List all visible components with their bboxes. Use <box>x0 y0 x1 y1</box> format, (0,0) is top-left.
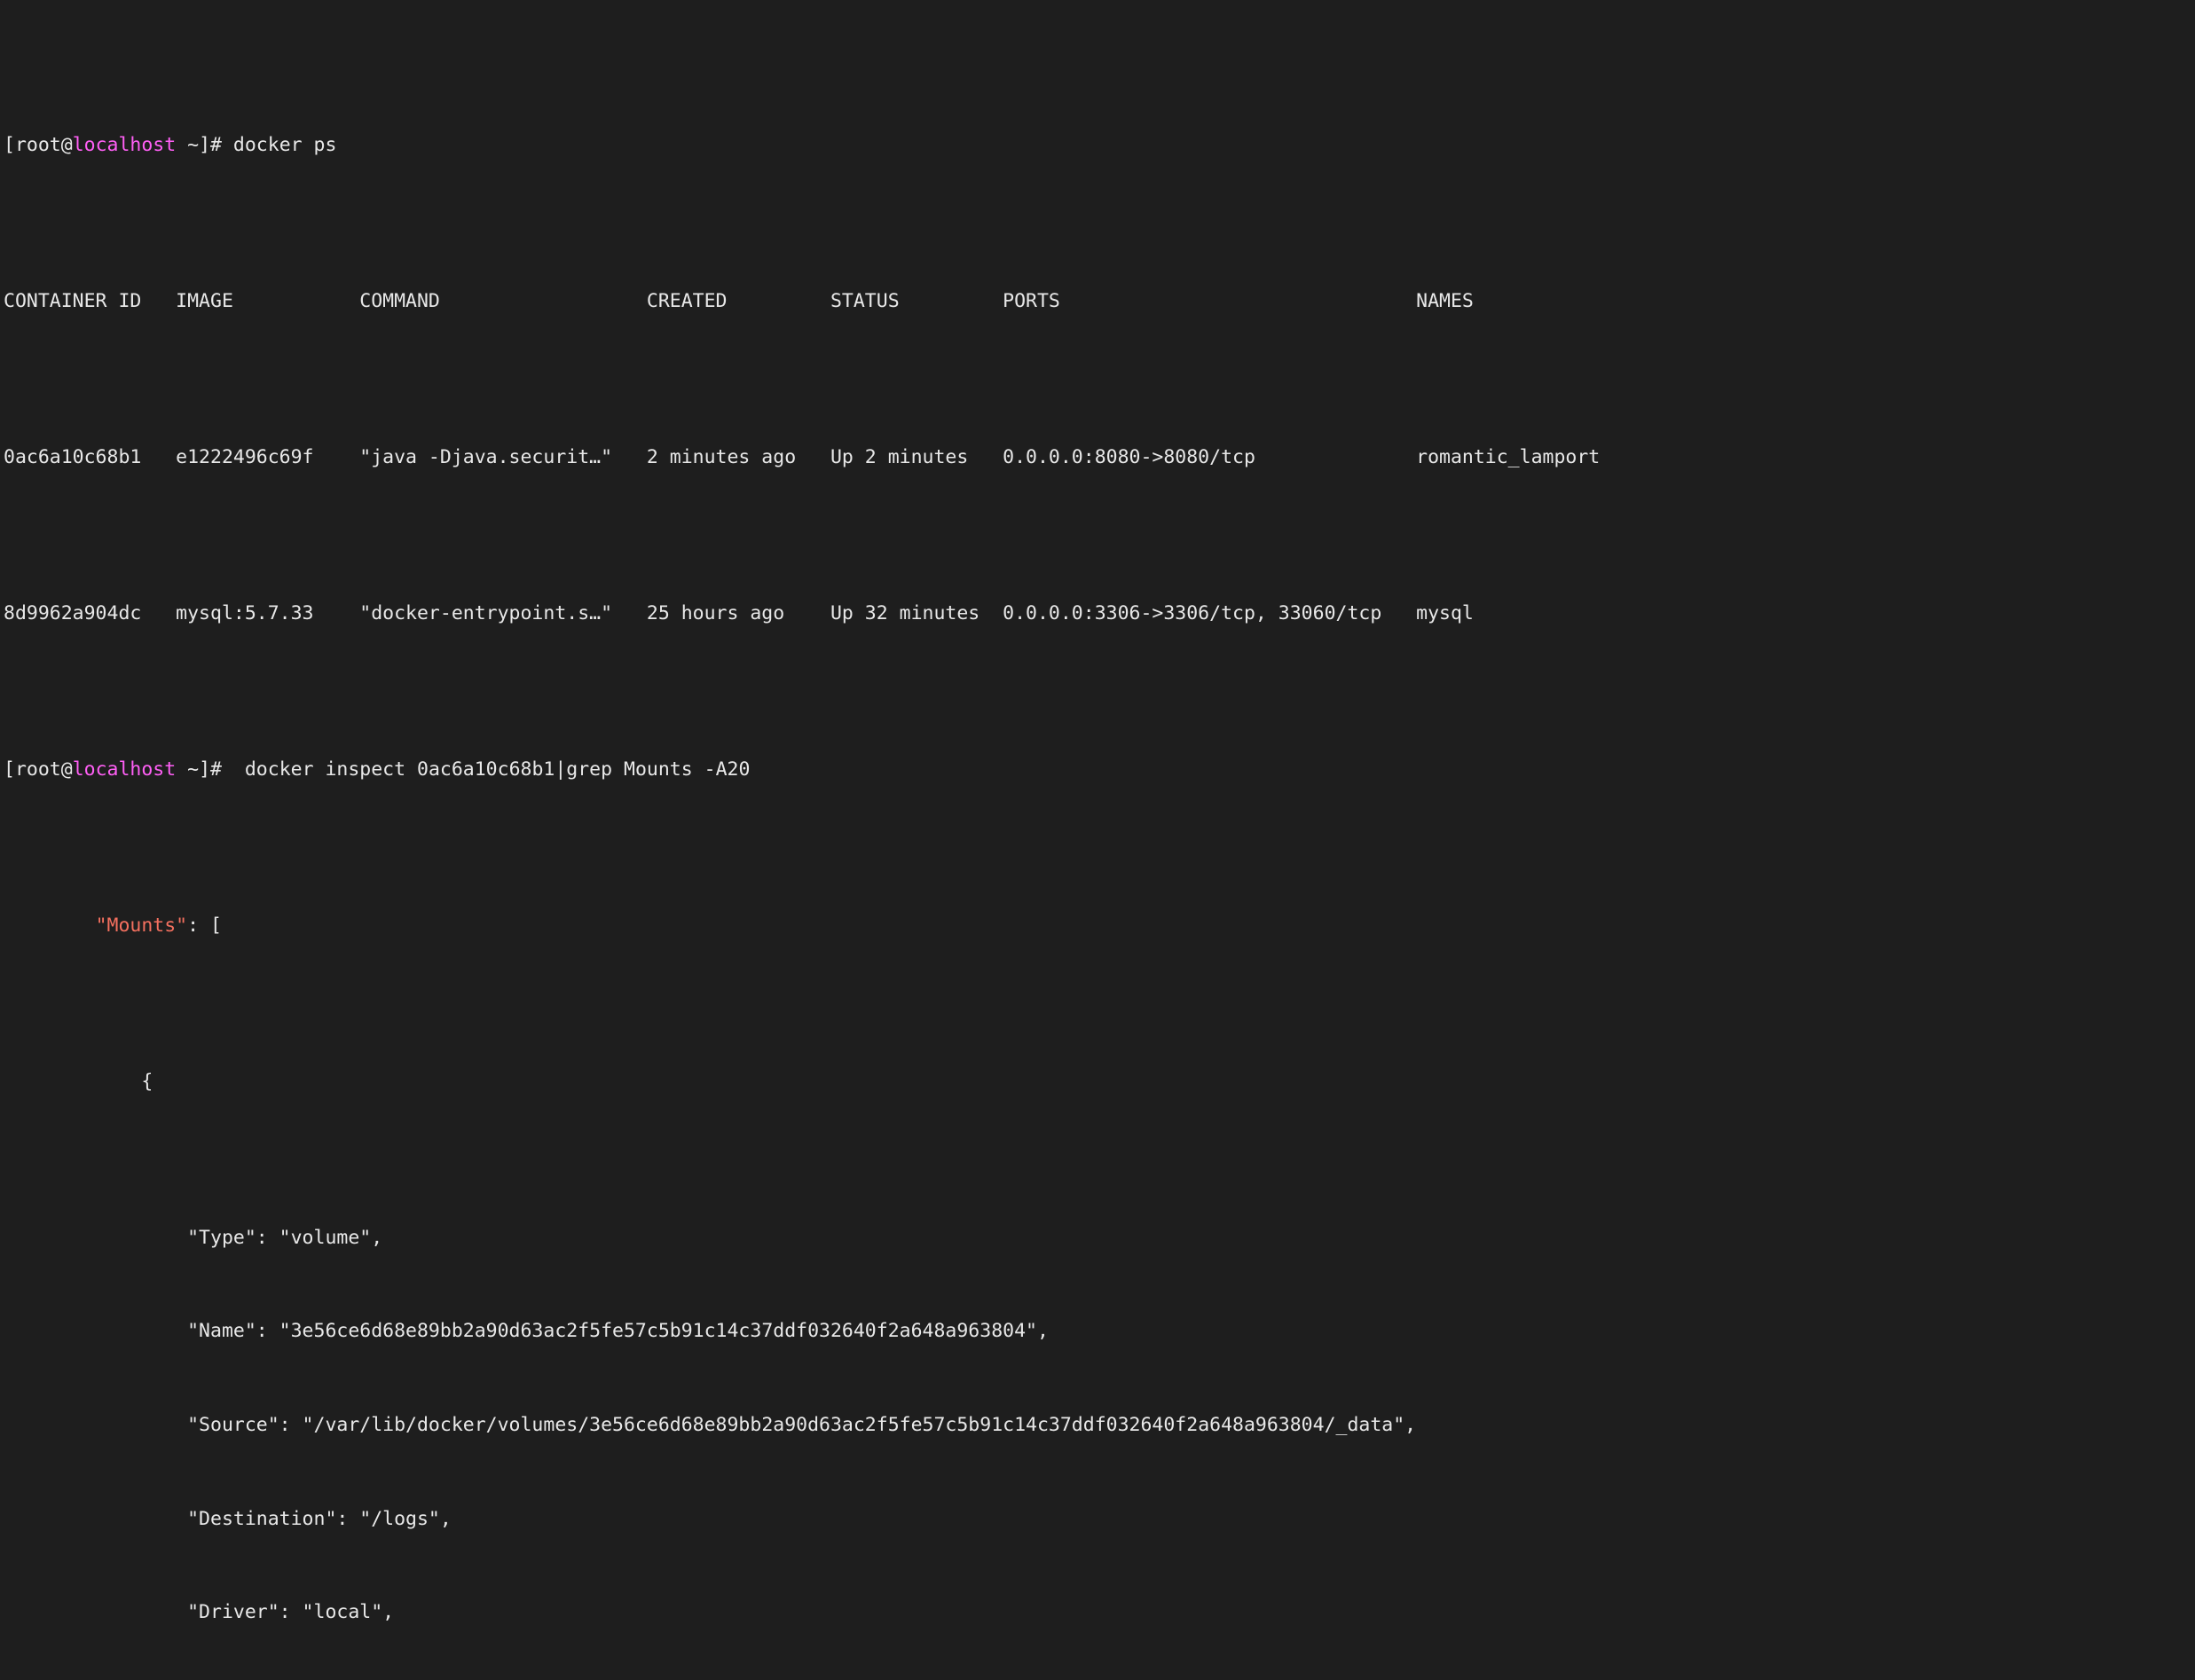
open-brace: { <box>141 1070 153 1093</box>
field-indent <box>4 1601 187 1623</box>
docker-ps-header-row: CONTAINER ID IMAGE COMMAND CREATED STATU… <box>4 289 1474 312</box>
prompt-path: ~]# <box>176 133 222 156</box>
field-indent <box>4 1414 187 1436</box>
mount-destination-text: "Destination": "/logs", <box>187 1507 452 1530</box>
mounts-key-line: "Mounts": [ <box>4 910 2195 941</box>
field-indent <box>4 1508 187 1530</box>
prompt-path: ~]# <box>176 758 222 781</box>
mount-field-destination: "Destination": "/logs", <box>4 1503 2195 1535</box>
terminal-window[interactable]: [root@localhost ~]# docker ps CONTAINER … <box>0 0 2195 1623</box>
command-line-docker-ps: [root@localhost ~]# docker ps <box>4 130 2195 161</box>
prompt-open-bracket: [ <box>4 758 15 781</box>
mount-field-source: "Source": "/var/lib/docker/volumes/3e56c… <box>4 1409 2195 1441</box>
mount-source-text: "Source": "/var/lib/docker/volumes/3e56c… <box>187 1414 1417 1436</box>
mount-type-text: "Type": "volume", <box>187 1226 383 1249</box>
prompt-user: root@ <box>14 758 73 781</box>
mount-field-driver: "Driver": "local", <box>4 1597 2195 1628</box>
mount-object-open-brace: { <box>4 1066 2195 1097</box>
table-row: 0ac6a10c68b1 e1222496c69f "java -Djava.s… <box>4 445 1601 468</box>
field-indent <box>4 1320 187 1342</box>
mount-field-type: "Type": "volume", <box>4 1222 2195 1253</box>
prompt-host: localhost <box>72 758 177 781</box>
mount-driver-text: "Driver": "local", <box>187 1601 395 1624</box>
prompt-open-bracket: [ <box>4 133 15 156</box>
mount-name-text: "Name": "3e56ce6d68e89bb2a90d63ac2f5fe57… <box>187 1320 1049 1343</box>
brace-indent <box>4 1071 141 1093</box>
table-row: 8d9962a904dc mysql:5.7.33 "docker-entryp… <box>4 601 1474 624</box>
typed-command-docker-inspect: docker inspect 0ac6a10c68b1|grep Mounts … <box>221 758 751 781</box>
command-line-docker-inspect: [root@localhost ~]# docker inspect 0ac6a… <box>4 754 2195 785</box>
grep-match-mounts: "Mounts" <box>95 914 188 937</box>
typed-command-docker-ps: docker ps <box>221 133 337 156</box>
mounts-indent <box>4 915 96 937</box>
prompt-host: localhost <box>72 133 177 156</box>
prompt-user: root@ <box>14 133 73 156</box>
mount-field-name: "Name": "3e56ce6d68e89bb2a90d63ac2f5fe57… <box>4 1315 2195 1346</box>
field-indent <box>4 1227 187 1249</box>
mounts-array-open: : [ <box>187 914 222 937</box>
